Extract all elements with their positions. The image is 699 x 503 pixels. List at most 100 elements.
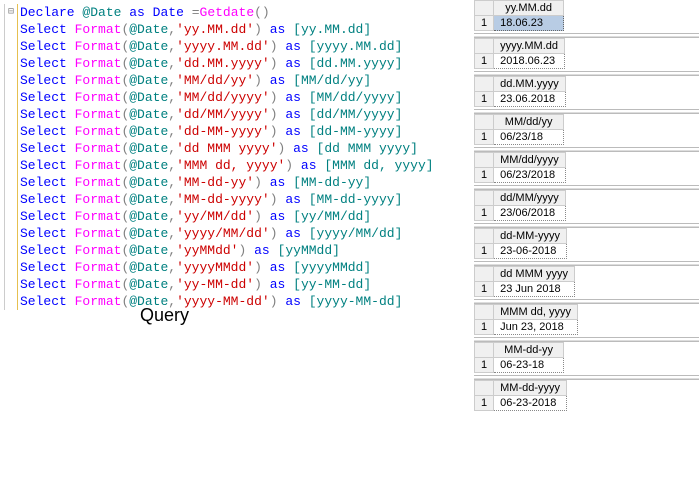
result-grid[interactable]: MM-dd-yy106-23-18	[474, 342, 564, 373]
code-line: Select Format(@Date,'dd-MM-yyyy') as [dd…	[0, 123, 474, 140]
result-grid-block: yyyy.MM.dd12018.06.23	[474, 33, 699, 69]
result-grid[interactable]: MM-dd-yyyy106-23-2018	[474, 380, 567, 411]
gutter-icon	[4, 123, 18, 140]
code-line: Select Format(@Date,'yyMMdd') as [yyMMdd…	[0, 242, 474, 259]
code-line: Select Format(@Date,'MMM dd, yyyy') as […	[0, 157, 474, 174]
result-grid[interactable]: MM/dd/yyyy106/23/2018	[474, 152, 566, 183]
result-grid-block: MM-dd-yy106-23-18	[474, 337, 699, 373]
gutter-icon	[4, 140, 18, 157]
grid-cell-value[interactable]: 23 Jun 2018	[494, 282, 575, 297]
grid-corner	[475, 1, 494, 16]
grid-column-header[interactable]: MM-dd-yyyy	[494, 381, 567, 396]
code-line: Select Format(@Date,'dd.MM.yyyy') as [dd…	[0, 55, 474, 72]
grid-row-number[interactable]: 1	[475, 16, 494, 31]
gutter-icon	[4, 174, 18, 191]
gutter-icon	[4, 89, 18, 106]
gutter-icon	[4, 293, 18, 310]
results-pane: yy.MM.dd118.06.23yyyy.MM.dd12018.06.23dd…	[474, 0, 699, 503]
grid-corner	[475, 343, 494, 358]
grid-cell-value[interactable]: 18.06.23	[494, 16, 564, 31]
result-grid-block: dd/MM/yyyy123/06/2018	[474, 185, 699, 221]
grid-column-header[interactable]: MMM dd, yyyy	[494, 305, 578, 320]
grid-cell-value[interactable]: 06-23-18	[494, 358, 564, 373]
grid-cell-value[interactable]: 23.06.2018	[494, 92, 566, 107]
grid-cell-value[interactable]: 06-23-2018	[494, 396, 567, 411]
code-line: Select Format(@Date,'yy-MM-dd') as [yy-M…	[0, 276, 474, 293]
code-line: Select Format(@Date,'yyyyMMdd') as [yyyy…	[0, 259, 474, 276]
sql-code-area[interactable]: ⊟Declare @Date as Date =Getdate() Select…	[0, 0, 474, 310]
grid-column-header[interactable]: MM/dd/yy	[494, 115, 564, 130]
result-grid[interactable]: dd/MM/yyyy123/06/2018	[474, 190, 566, 221]
grid-corner	[475, 153, 494, 168]
grid-corner	[475, 381, 494, 396]
grid-row-number[interactable]: 1	[475, 168, 494, 183]
gutter-icon	[4, 191, 18, 208]
sql-editor-pane: ⊟Declare @Date as Date =Getdate() Select…	[0, 0, 474, 503]
gutter-icon	[4, 259, 18, 276]
grid-column-header[interactable]: yy.MM.dd	[494, 1, 564, 16]
grid-corner	[475, 267, 494, 282]
result-grid[interactable]: dd MMM yyyy123 Jun 2018	[474, 266, 575, 297]
gutter-icon	[4, 106, 18, 123]
gutter-icon	[4, 72, 18, 89]
grid-row-number[interactable]: 1	[475, 320, 494, 335]
grid-column-header[interactable]: MM/dd/yyyy	[494, 153, 566, 168]
grid-column-header[interactable]: dd MMM yyyy	[494, 267, 575, 282]
result-grid[interactable]: dd.MM.yyyy123.06.2018	[474, 76, 566, 107]
gutter-icon	[4, 242, 18, 259]
code-line: Select Format(@Date,'yyyy-MM-dd') as [yy…	[0, 293, 474, 310]
grid-cell-value[interactable]: Jun 23, 2018	[494, 320, 578, 335]
result-grid-block: dd MMM yyyy123 Jun 2018	[474, 261, 699, 297]
grid-row-number[interactable]: 1	[475, 396, 494, 411]
grid-column-header[interactable]: dd.MM.yyyy	[494, 77, 566, 92]
code-line: Select Format(@Date,'dd MMM yyyy') as [d…	[0, 140, 474, 157]
query-label: Query	[140, 305, 189, 326]
grid-corner	[475, 191, 494, 206]
grid-corner	[475, 305, 494, 320]
code-line: Select Format(@Date,'yyyy.MM.dd') as [yy…	[0, 38, 474, 55]
gutter-icon	[4, 55, 18, 72]
grid-corner	[475, 39, 494, 54]
result-grid-block: MM/dd/yy106/23/18	[474, 109, 699, 145]
gutter-icon	[4, 225, 18, 242]
grid-row-number[interactable]: 1	[475, 54, 494, 69]
gutter-icon	[4, 38, 18, 55]
gutter-icon	[4, 276, 18, 293]
grid-cell-value[interactable]: 06/23/2018	[494, 168, 566, 183]
result-grid[interactable]: yy.MM.dd118.06.23	[474, 0, 564, 31]
grid-cell-value[interactable]: 06/23/18	[494, 130, 564, 145]
grid-corner	[475, 115, 494, 130]
grid-cell-value[interactable]: 23/06/2018	[494, 206, 566, 221]
result-grid[interactable]: dd-MM-yyyy123-06-2018	[474, 228, 567, 259]
grid-row-number[interactable]: 1	[475, 206, 494, 221]
result-grid-block: MM-dd-yyyy106-23-2018	[474, 375, 699, 411]
result-grid[interactable]: MM/dd/yy106/23/18	[474, 114, 564, 145]
result-grid-block: yy.MM.dd118.06.23	[474, 0, 699, 31]
grid-row-number[interactable]: 1	[475, 358, 494, 373]
grid-row-number[interactable]: 1	[475, 244, 494, 259]
gutter-icon	[4, 21, 18, 38]
result-grid[interactable]: yyyy.MM.dd12018.06.23	[474, 38, 565, 69]
grid-column-header[interactable]: yyyy.MM.dd	[494, 39, 565, 54]
code-line: Select Format(@Date,'MM/dd/yyyy') as [MM…	[0, 89, 474, 106]
grid-corner	[475, 77, 494, 92]
grid-row-number[interactable]: 1	[475, 130, 494, 145]
code-line: Select Format(@Date,'MM-dd-yyyy') as [MM…	[0, 191, 474, 208]
result-grid-block: MM/dd/yyyy106/23/2018	[474, 147, 699, 183]
grid-column-header[interactable]: dd/MM/yyyy	[494, 191, 566, 206]
fold-box-icon[interactable]: ⊟	[4, 4, 18, 21]
code-line: Select Format(@Date,'yy.MM.dd') as [yy.M…	[0, 21, 474, 38]
result-grid-block: dd-MM-yyyy123-06-2018	[474, 223, 699, 259]
result-grid-block: MMM dd, yyyy1Jun 23, 2018	[474, 299, 699, 335]
result-grid[interactable]: MMM dd, yyyy1Jun 23, 2018	[474, 304, 578, 335]
grid-row-number[interactable]: 1	[475, 92, 494, 107]
code-line: Select Format(@Date,'MM-dd-yy') as [MM-d…	[0, 174, 474, 191]
grid-column-header[interactable]: dd-MM-yyyy	[494, 229, 567, 244]
code-line: Select Format(@Date,'dd/MM/yyyy') as [dd…	[0, 106, 474, 123]
grid-row-number[interactable]: 1	[475, 282, 494, 297]
code-line: Select Format(@Date,'yy/MM/dd') as [yy/M…	[0, 208, 474, 225]
grid-cell-value[interactable]: 23-06-2018	[494, 244, 567, 259]
grid-cell-value[interactable]: 2018.06.23	[494, 54, 565, 69]
grid-corner	[475, 229, 494, 244]
grid-column-header[interactable]: MM-dd-yy	[494, 343, 564, 358]
